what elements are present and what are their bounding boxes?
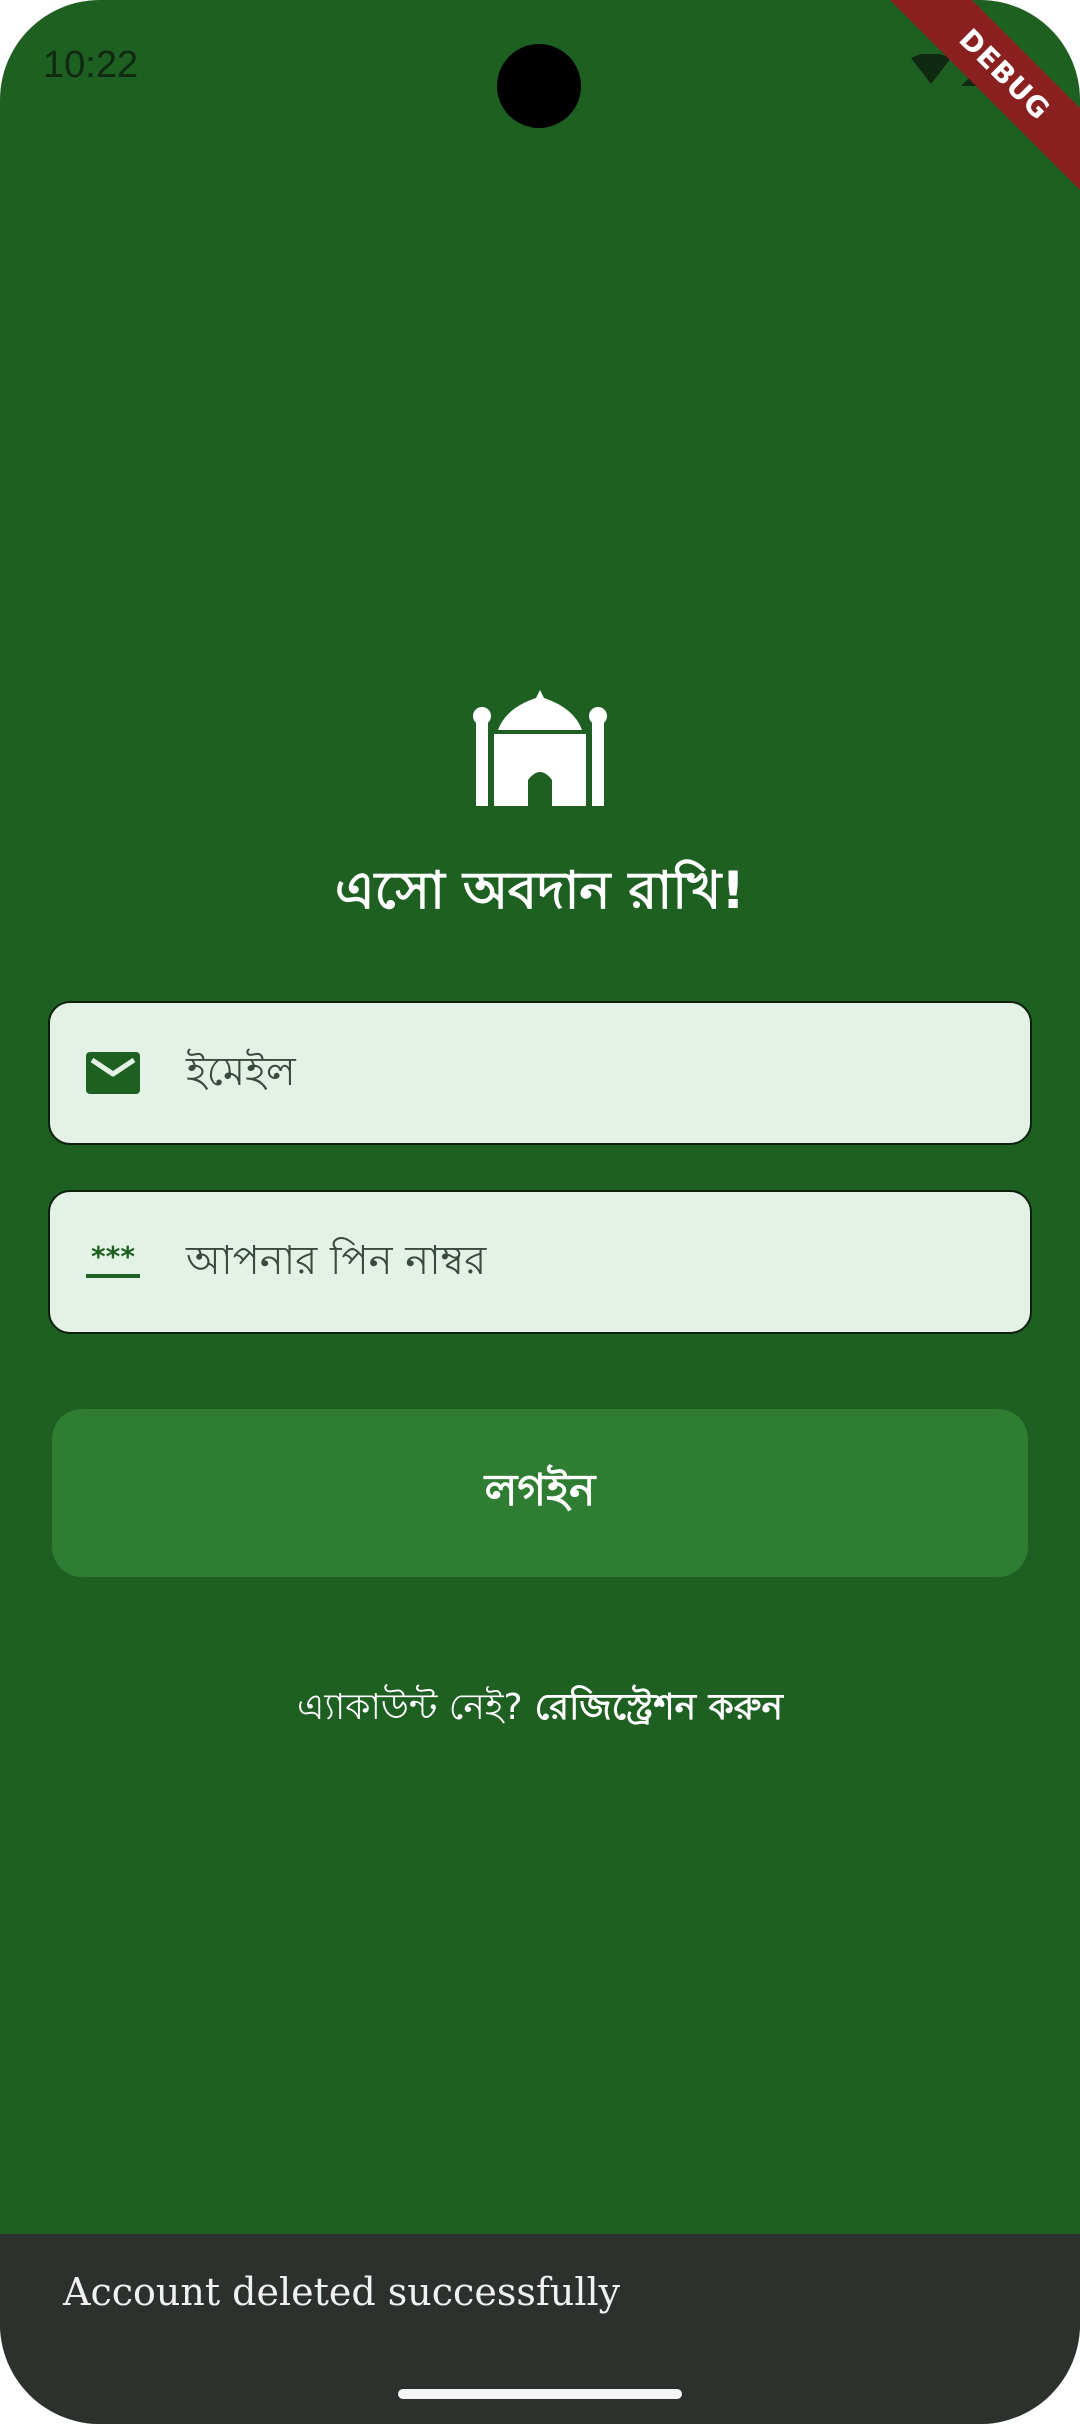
debug-banner: DEBUG (864, 0, 1080, 215)
page-title: এসো অবদান রাখি! (335, 861, 745, 921)
status-time: 10:22 (43, 44, 139, 86)
snackbar-message: Account deleted successfully (63, 2270, 621, 2314)
svg-text:***: *** (91, 1242, 135, 1273)
camera-cutout (497, 44, 581, 128)
login-button[interactable]: লগইন (52, 1409, 1028, 1577)
home-indicator[interactable] (398, 2389, 682, 2399)
register-row: এ্যাকাউন্ট নেই? রেজিস্ট্রেশন করুন (0, 1680, 1080, 1740)
wifi-icon (911, 54, 951, 84)
mail-icon (84, 1048, 142, 1098)
mosque-icon (473, 690, 607, 806)
email-field[interactable]: ইমেইল (48, 1001, 1032, 1145)
password-icon: *** (84, 1237, 142, 1287)
register-link[interactable]: রেজিস্ট্রেশন করুন (535, 1687, 783, 1728)
register-prompt: এ্যাকাউন্ট নেই? (297, 1687, 523, 1728)
email-placeholder: ইমেইল (186, 1048, 296, 1095)
pin-placeholder: আপনার পিন নাম্বর (186, 1237, 487, 1284)
login-screen: 10:22 DEBUG এসো অবদান রাখি! ইমেইল *** আপ… (0, 0, 1080, 2424)
pin-field[interactable]: *** আপনার পিন নাম্বর (48, 1190, 1032, 1334)
